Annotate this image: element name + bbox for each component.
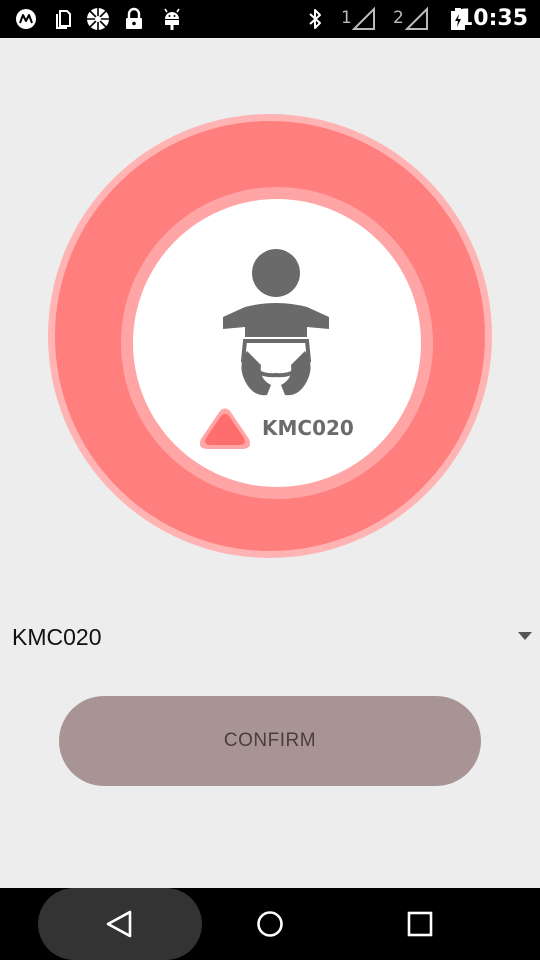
- ring-device-name: KMC020: [262, 416, 354, 440]
- confirm-button[interactable]: CONFIRM: [59, 696, 481, 786]
- device-selector-value: KMC020: [12, 624, 102, 650]
- sim1-label: 1: [341, 8, 352, 28]
- motorola-icon: [14, 7, 38, 31]
- baby-icon: [223, 249, 329, 399]
- sim-card-icon: [52, 7, 76, 31]
- signal-icon: [405, 7, 429, 31]
- sim2-label: 2: [393, 8, 404, 28]
- ring-outer: KMC020: [55, 121, 485, 551]
- ring-center: KMC020: [133, 199, 421, 487]
- bluetooth-icon: [303, 7, 327, 31]
- signal-triangle-icon: [198, 407, 252, 453]
- dropdown-arrow-icon[interactable]: [518, 632, 532, 640]
- navigation-bar: [0, 888, 540, 960]
- app-icon: [86, 7, 110, 31]
- status-bar: 1 2 10:35: [0, 0, 540, 38]
- lock-icon: [122, 7, 146, 31]
- android-icon: [160, 7, 184, 31]
- home-icon[interactable]: [250, 904, 290, 944]
- recents-icon[interactable]: [400, 904, 440, 944]
- device-status-ring: KMC020: [48, 114, 492, 558]
- clock: 10:35: [457, 6, 528, 31]
- signal-icon: [352, 7, 376, 31]
- back-icon[interactable]: [100, 904, 140, 944]
- device-selector[interactable]: KMC020: [0, 612, 540, 662]
